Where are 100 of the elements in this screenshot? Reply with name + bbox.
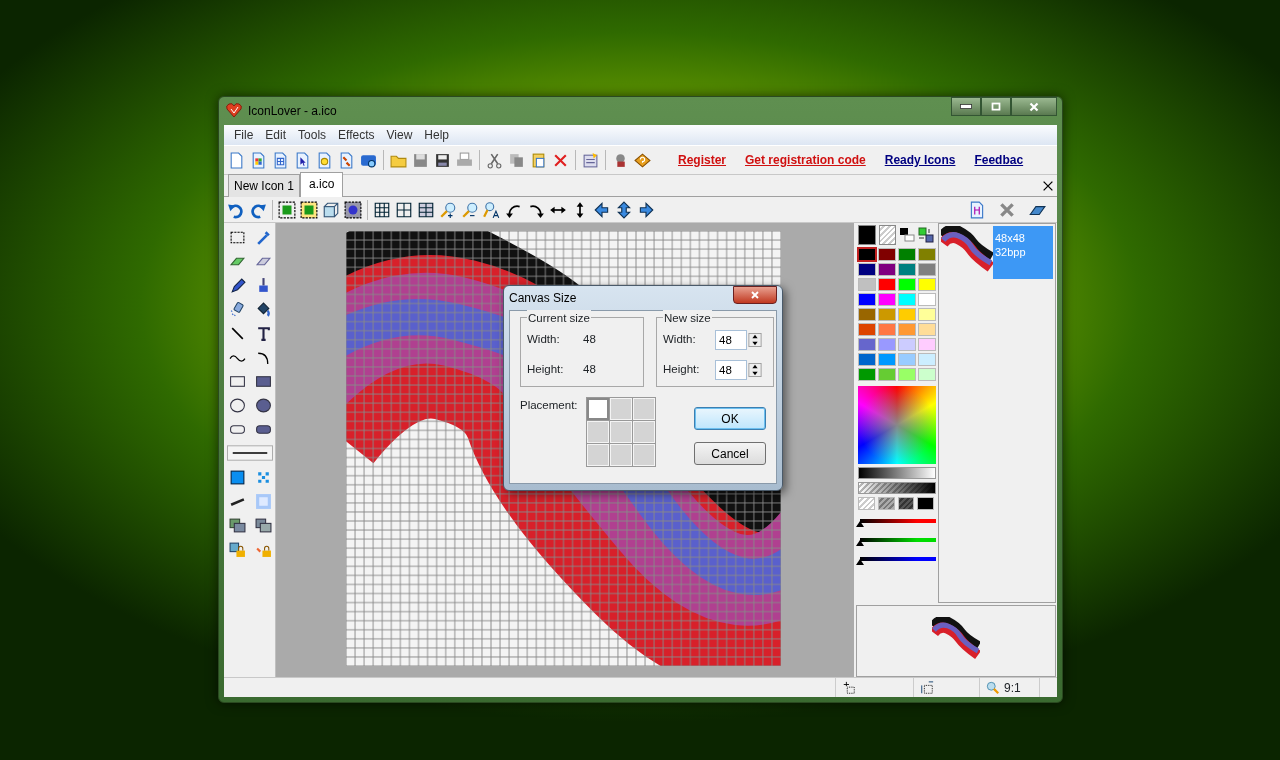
menu-item[interactable]: File [228,126,260,144]
placement-cell[interactable] [586,398,609,420]
close-button[interactable] [1011,97,1057,116]
color-swatch[interactable] [898,353,916,366]
print-icon[interactable] [456,151,473,169]
color-swatch[interactable] [858,248,876,261]
spin-field[interactable]: 48 [715,360,747,380]
large-grid-icon[interactable] [395,200,413,219]
cube-icon[interactable] [322,200,340,219]
grayscale-bar[interactable] [858,467,936,479]
color-swatch[interactable] [858,278,876,291]
menu-item[interactable]: Edit [259,126,293,144]
color-wheel[interactable] [858,386,936,464]
color-swatch[interactable] [918,338,936,351]
minimize-button[interactable] [951,97,981,116]
pencil-icon[interactable] [228,276,246,294]
color-swatch[interactable] [898,263,916,276]
document-arrows-icon[interactable] [338,151,355,169]
color-swatch[interactable] [858,323,876,336]
paste-icon[interactable] [530,151,547,169]
foreground-color[interactable] [858,225,876,245]
color-swatch[interactable] [918,278,936,291]
spray-icon[interactable] [228,300,246,318]
zoom-in-icon[interactable] [439,200,457,219]
swap-colors-icon[interactable] [918,227,934,243]
frame-page-icon[interactable] [968,200,986,219]
maximize-button[interactable] [981,97,1011,116]
color-swatch[interactable] [898,338,916,351]
ellipse-icon[interactable] [228,396,246,414]
color-swatch[interactable] [858,368,876,381]
new-image-icon[interactable] [250,151,267,169]
color-swatch[interactable] [918,353,936,366]
menu-item[interactable]: Tools [292,126,333,144]
color-swatch[interactable] [898,368,916,381]
color-swatch[interactable] [878,368,896,381]
color-swatch[interactable] [898,323,916,336]
menu-item[interactable]: Effects [332,126,381,144]
document-tab[interactable]: a.ico [300,172,344,197]
alpha-swatch[interactable] [917,497,934,510]
zoom-out-icon[interactable] [461,200,479,219]
color-swatch[interactable] [918,263,936,276]
new-grid-icon[interactable] [272,151,289,169]
slider-thumb[interactable] [856,521,864,527]
alpha-swatch[interactable] [877,497,895,510]
color-swatch[interactable] [918,308,936,321]
color-swatch[interactable] [918,323,936,336]
color-swatch[interactable] [918,293,936,306]
arrow-right-icon[interactable] [637,200,655,219]
grid-icon[interactable] [373,200,391,219]
line-width-icon[interactable] [227,445,273,461]
color-swatch[interactable] [898,308,916,321]
filled-ellipse-icon[interactable] [254,396,272,414]
new-document-icon[interactable] [316,151,333,169]
fill-bucket-icon[interactable] [254,300,272,318]
alpha-swatch[interactable] [897,497,915,510]
spin-field[interactable]: 48 [715,330,747,350]
color-swatch[interactable] [898,278,916,291]
close-icon[interactable] [1041,179,1055,193]
dialog-button[interactable]: OK [694,407,766,430]
color-swatch[interactable] [878,248,896,261]
copy-icon[interactable] [508,151,525,169]
color-swatch[interactable] [898,248,916,261]
remove-icon[interactable] [998,200,1016,219]
arrow-left-icon[interactable] [593,200,611,219]
cut-icon[interactable] [486,151,503,169]
menu-item[interactable]: View [380,126,419,144]
glow-icon[interactable] [344,200,362,219]
layers-icon[interactable] [228,516,246,534]
color-swatch[interactable] [858,353,876,366]
transparency-bar[interactable] [858,482,936,494]
highlighted-cube-icon[interactable] [300,200,318,219]
color-swatch[interactable] [918,248,936,261]
slider-thumb[interactable] [856,540,864,546]
web-link[interactable]: Feedbac [974,151,1024,169]
arrow-up-down-icon[interactable] [615,200,633,219]
color-swatch[interactable] [878,323,896,336]
selected-cube-icon[interactable] [278,200,296,219]
color-swatch[interactable] [878,263,896,276]
slider-thumb[interactable] [856,559,864,565]
dialog-button[interactable]: Cancel [694,442,766,465]
color-swatch[interactable] [878,338,896,351]
color-swatch[interactable] [878,293,896,306]
grid-pattern-icon[interactable] [417,200,435,219]
alpha-swatch[interactable] [858,497,875,510]
help-book-icon[interactable] [634,151,651,169]
menu-item[interactable]: Help [418,126,455,144]
color-swatch[interactable] [858,263,876,276]
color-swatch[interactable] [858,308,876,321]
zoom-text-icon[interactable] [483,200,501,219]
color-swatch[interactable] [878,278,896,291]
document-tab[interactable]: New Icon 1 [228,174,301,197]
color-swatch[interactable] [878,308,896,321]
save-icon[interactable] [412,151,429,169]
new-file-icon[interactable] [228,151,245,169]
layers-icon[interactable] [254,516,272,534]
color-pair-icon[interactable] [899,227,915,243]
color-swatch[interactable] [858,293,876,306]
color-swatch[interactable] [858,338,876,351]
square-icon[interactable] [228,468,246,486]
promo-link[interactable]: Get registration code [745,151,866,169]
